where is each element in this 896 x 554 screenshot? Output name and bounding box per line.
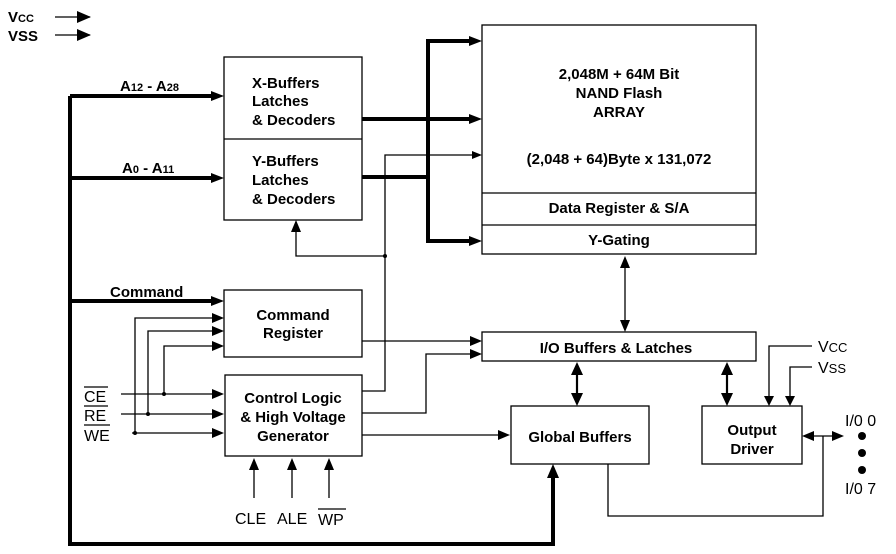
io-pin-last-label: I/0 7 [845, 481, 876, 498]
array-line-1: 2,048M + 64M Bit [559, 66, 679, 83]
re-arrowhead [212, 409, 224, 419]
x-buffers-line-3: & Decoders [252, 112, 335, 129]
row-address-arrowhead [211, 91, 224, 101]
control-to-array-arrowhead [472, 151, 482, 159]
re-junction [146, 412, 150, 416]
global-buffers-label: Global Buffers [528, 429, 631, 446]
global-buffers-block: Global Buffers [510, 405, 650, 465]
output-driver-line-1: Output [727, 422, 776, 439]
legend-vcc-label: VCC [8, 9, 34, 26]
io-global-up-arrow [571, 362, 583, 375]
cmdreg-to-io-arrowhead [470, 336, 482, 346]
control-to-io-line [362, 353, 472, 414]
driver-io-left-arrow [802, 431, 814, 441]
ybuffers-arrowhead [291, 220, 301, 232]
io-pin-dot [858, 466, 866, 474]
x-buffers-line-1: X-Buffers [252, 75, 320, 92]
ce-cmdreg-arrowhead [212, 341, 224, 351]
vcc-output-label: VCC [818, 339, 847, 356]
control-to-ybuffers-line [295, 230, 385, 257]
vss-output-label: VSS [818, 360, 846, 377]
ce-label: CE [84, 389, 106, 406]
wp-arrowhead [324, 458, 334, 470]
io-pin-first-label: I/0 0 [845, 413, 876, 430]
array-vertical-bus [426, 39, 472, 243]
io-pin-dot [858, 432, 866, 440]
ale-arrowhead [287, 458, 297, 470]
wp-label: WP [318, 512, 344, 529]
control-logic-block: Control Logic & High Voltage Generator [224, 374, 363, 457]
nand-array-block: 2,048M + 64M Bit NAND Flash ARRAY (2,048… [481, 24, 757, 255]
io-driver-up-arrow [721, 362, 733, 375]
x-decoder-arrowhead [469, 114, 482, 124]
control-to-io-arrowhead [470, 349, 482, 359]
array-organization: (2,048 + 64)Byte x 131,072 [527, 151, 712, 168]
output-driver-block: Output Driver [701, 405, 803, 465]
cle-label: CLE [235, 511, 266, 528]
array-line-2: NAND Flash [576, 85, 663, 102]
we-cmdreg-arrowhead [212, 313, 224, 323]
output-power-inputs: VCC VSS [764, 339, 847, 406]
io-pin-dot [858, 449, 866, 457]
vss-output-line [789, 366, 812, 398]
io-buffers-label: I/O Buffers & Latches [540, 340, 693, 357]
nand-array-frame [481, 24, 757, 255]
io-driver-down-arrow [721, 393, 733, 406]
data-register-label: Data Register & S/A [549, 200, 690, 217]
io-global-down-arrow [571, 393, 583, 406]
array-io-up-arrow [620, 256, 630, 268]
legend-vss-label: VSS [8, 28, 38, 45]
io-buffers-block: I/O Buffers & Latches [481, 331, 757, 362]
y-buffers-line-2: Latches [252, 172, 309, 189]
ce-arrowhead [212, 389, 224, 399]
re-label: RE [84, 408, 106, 425]
re-to-cmdreg [147, 330, 214, 414]
col-address-label: A0 - A11 [122, 160, 174, 177]
command-arrowhead [211, 296, 224, 306]
col-address-arrowhead [211, 173, 224, 183]
row-address-label: A12 - A28 [120, 78, 179, 95]
ce-to-cmdreg [163, 345, 214, 394]
y-buffers-line-3: & Decoders [252, 191, 335, 208]
control-logic-line-2: & High Voltage [240, 409, 346, 426]
y-buffers-line-1: Y-Buffers [252, 153, 319, 170]
driver-io-right-arrow [832, 431, 844, 441]
ygating-arrowhead [469, 236, 482, 246]
control-to-global-arrowhead [498, 430, 510, 440]
array-io-down-arrow [620, 320, 630, 332]
output-driver-line-2: Driver [730, 441, 774, 458]
we-arrowhead [212, 428, 224, 438]
re-cmdreg-arrowhead [212, 326, 224, 336]
ale-label: ALE [277, 511, 307, 528]
power-legend: VCC VSS [8, 9, 91, 45]
array-top-arrowhead [469, 36, 482, 46]
bottom-control-inputs: CLE ALE WP [235, 458, 346, 529]
we-junction [133, 431, 137, 435]
control-signal-inputs: CE RE WE [84, 313, 224, 445]
command-bus-label: Command [110, 284, 183, 301]
command-register-block: Command Register [223, 289, 363, 358]
y-gating-label: Y-Gating [588, 232, 650, 249]
x-buffers-line-2: Latches [252, 93, 309, 110]
vss-output-arrowhead [785, 396, 795, 406]
io-pins: I/0 0 I/0 7 [845, 413, 876, 498]
vcc-output-arrowhead [764, 396, 774, 406]
global-buffers-bus-arrowhead [547, 464, 559, 478]
we-label: WE [84, 428, 110, 445]
command-register-line-1: Command [256, 307, 329, 324]
control-to-array-line [362, 154, 474, 392]
array-line-3: ARRAY [593, 104, 645, 121]
ce-junction [162, 392, 166, 396]
nand-flash-block-diagram: VCC VSS A12 - A28 A0 - A11 Command X-Buf… [8, 9, 876, 546]
junction-dot [383, 254, 387, 258]
we-to-cmdreg [134, 317, 214, 433]
command-register-line-2: Register [263, 325, 323, 342]
control-logic-line-1: Control Logic [244, 390, 342, 407]
cle-arrowhead [249, 458, 259, 470]
control-logic-line-3: Generator [257, 428, 329, 445]
